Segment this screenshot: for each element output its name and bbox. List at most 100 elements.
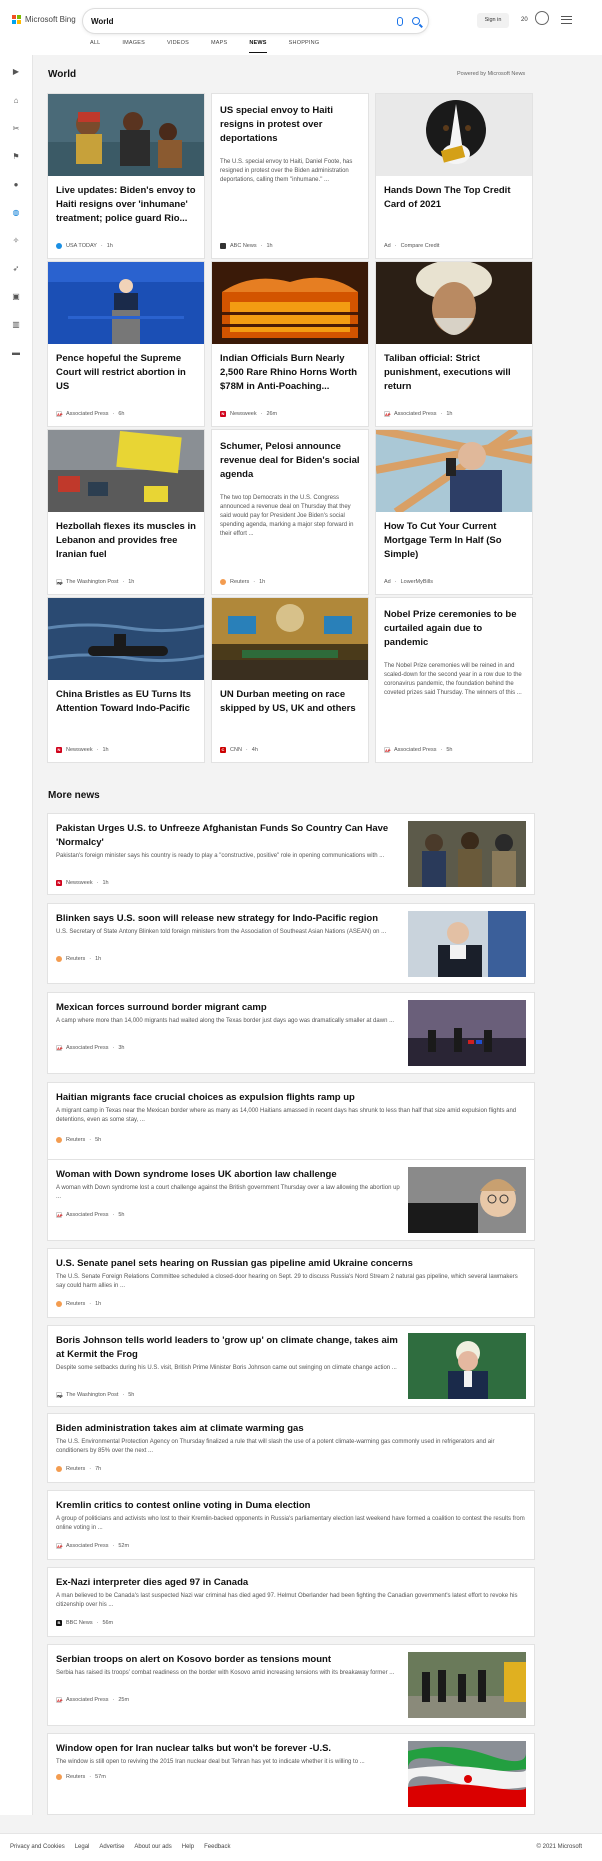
top-header: Microsoft Bing World Sign in 20 ALL IMAG…: [0, 0, 602, 55]
money-icon[interactable]: ▬: [11, 347, 21, 357]
news-title[interactable]: Woman with Down syndrome loses UK aborti…: [56, 1168, 401, 1182]
news-card[interactable]: Nobel Prize ceremonies to be curtailed a…: [376, 598, 532, 762]
washington-post-logo-icon: wp: [56, 579, 63, 585]
news-title[interactable]: Kremlin critics to contest online voting…: [56, 1499, 526, 1513]
card-source: wp The Washington Post · 1h: [56, 579, 135, 585]
card-title[interactable]: Indian Officials Burn Nearly 2,500 Rare …: [220, 352, 360, 394]
bing-logo[interactable]: Microsoft Bing: [12, 15, 76, 24]
tab-all[interactable]: ALL: [90, 40, 100, 53]
news-list-item[interactable]: Woman with Down syndrome loses UK aborti…: [48, 1160, 534, 1240]
rewards-points[interactable]: 20: [521, 17, 528, 23]
news-title[interactable]: Biden administration takes aim at climat…: [56, 1422, 526, 1436]
footer-link-help[interactable]: Help: [182, 1844, 194, 1850]
card-source: USA TODAY · 1h: [56, 243, 113, 249]
news-description: The U.S. Environmental Protection Agency…: [56, 1439, 495, 1454]
news-card[interactable]: Schumer, Pelosi announce revenue deal fo…: [212, 430, 368, 594]
card-title[interactable]: Schumer, Pelosi announce revenue deal fo…: [220, 440, 360, 482]
footer-link-legal[interactable]: Legal: [75, 1844, 90, 1850]
news-title[interactable]: Ex-Nazi interpreter dies aged 97 in Cana…: [56, 1576, 526, 1590]
news-title[interactable]: Window open for Iran nuclear talks but w…: [56, 1742, 401, 1756]
news-list-item[interactable]: Serbian troops on alert on Kosovo border…: [48, 1645, 534, 1725]
news-card[interactable]: China Bristles as EU Turns Its Attention…: [48, 598, 204, 762]
news-title[interactable]: Pakistan Urges U.S. to Unfreeze Afghanis…: [56, 822, 401, 850]
news-card[interactable]: Live updates: Biden's envoy to Haiti res…: [48, 94, 204, 258]
news-description: A migrant camp in Texas near the Mexican…: [56, 1108, 517, 1123]
news-list-item[interactable]: Blinken says U.S. soon will release new …: [48, 904, 534, 983]
card-title[interactable]: Live updates: Biden's envoy to Haiti res…: [56, 184, 196, 226]
microphone-icon[interactable]: [397, 16, 403, 26]
card-image: [212, 598, 368, 680]
rocket-icon[interactable]: ➶: [11, 263, 21, 273]
footer-link-about-ads[interactable]: About our ads: [134, 1844, 171, 1850]
tab-images[interactable]: IMAGES: [122, 40, 145, 53]
news-list-item[interactable]: Pakistan Urges U.S. to Unfreeze Afghanis…: [48, 814, 534, 894]
news-card[interactable]: Hezbollah flexes its muscles in Lebanon …: [48, 430, 204, 594]
news-list-item[interactable]: Boris Johnson tells world leaders to 'gr…: [48, 1326, 534, 1406]
footer-link-advertise[interactable]: Advertise: [99, 1844, 124, 1850]
tab-videos[interactable]: VIDEOS: [167, 40, 189, 53]
expand-sidebar-icon[interactable]: ▶: [11, 66, 21, 76]
card-title[interactable]: China Bristles as EU Turns Its Attention…: [56, 688, 196, 716]
news-title[interactable]: Boris Johnson tells world leaders to 'gr…: [56, 1334, 401, 1362]
news-card[interactable]: Indian Officials Burn Nearly 2,500 Rare …: [212, 262, 368, 426]
card-title[interactable]: Hands Down The Top Credit Card of 2021: [384, 184, 524, 212]
news-list-item[interactable]: Mexican forces surround border migrant c…: [48, 993, 534, 1073]
card-title[interactable]: Taliban official: Strict punishment, exe…: [384, 352, 524, 394]
footer-link-privacy[interactable]: Privacy and Cookies: [10, 1844, 65, 1850]
entertainment-icon[interactable]: ▣: [11, 291, 21, 301]
news-title[interactable]: Mexican forces surround border migrant c…: [56, 1001, 401, 1015]
card-title[interactable]: Nobel Prize ceremonies to be curtailed a…: [384, 608, 524, 650]
news-list-item[interactable]: Window open for Iran nuclear talks but w…: [48, 1734, 534, 1814]
news-title[interactable]: Haitian migrants face crucial choices as…: [56, 1091, 526, 1105]
news-card[interactable]: US special envoy to Haiti resigns in pro…: [212, 94, 368, 258]
news-title[interactable]: Blinken says U.S. soon will release new …: [56, 912, 401, 926]
powered-by-label[interactable]: Powered by Microsoft News: [457, 71, 525, 77]
news-list-item[interactable]: Biden administration takes aim at climat…: [48, 1414, 534, 1482]
news-description: A man believed to be Canada's last suspe…: [56, 1593, 518, 1608]
search-box[interactable]: World: [83, 9, 428, 33]
science-icon[interactable]: ✧: [11, 235, 21, 245]
card-title[interactable]: Hezbollah flexes its muscles in Lebanon …: [56, 520, 196, 562]
ad-card[interactable]: How To Cut Your Current Mortgage Term In…: [376, 430, 532, 594]
brand-name: Microsoft Bing: [25, 15, 76, 24]
rewards-trophy-icon[interactable]: [535, 11, 549, 25]
card-title[interactable]: How To Cut Your Current Mortgage Term In…: [384, 520, 524, 562]
globe-icon[interactable]: ◍: [11, 207, 21, 217]
news-card[interactable]: UN Durban meeting on race skipped by US,…: [212, 598, 368, 762]
ap-logo-icon: AP: [56, 1045, 63, 1051]
news-source: Reuters · 5h: [56, 1137, 101, 1143]
hamburger-menu-icon[interactable]: [561, 16, 572, 24]
settings-tools-icon[interactable]: ✂: [11, 123, 21, 133]
news-card[interactable]: Pence hopeful the Supreme Court will res…: [48, 262, 204, 426]
card-image: [48, 430, 204, 512]
location-pin-icon[interactable]: ●: [11, 179, 21, 189]
tab-shopping[interactable]: SHOPPING: [289, 40, 320, 53]
ad-card[interactable]: Hands Down The Top Credit Card of 2021 A…: [376, 94, 532, 258]
bbc-news-logo-icon: B: [56, 1620, 62, 1626]
search-input[interactable]: World: [91, 17, 397, 26]
news-list-item[interactable]: Ex-Nazi interpreter dies aged 97 in Cana…: [48, 1568, 534, 1636]
card-title[interactable]: US special envoy to Haiti resigns in pro…: [220, 104, 360, 146]
politics-building-icon[interactable]: ▥: [11, 319, 21, 329]
news-list-item[interactable]: Haitian migrants face crucial choices as…: [48, 1083, 534, 1163]
card-title[interactable]: UN Durban meeting on race skipped by US,…: [220, 688, 360, 716]
news-list-item[interactable]: Kremlin critics to contest online voting…: [48, 1491, 534, 1559]
flag-icon[interactable]: ⚑: [11, 151, 21, 161]
home-icon[interactable]: ⌂: [11, 95, 21, 105]
news-card[interactable]: Taliban official: Strict punishment, exe…: [376, 262, 532, 426]
sign-in-button[interactable]: Sign in: [477, 13, 509, 28]
ap-logo-icon: AP: [56, 1543, 63, 1549]
news-title[interactable]: Serbian troops on alert on Kosovo border…: [56, 1653, 401, 1667]
card-title[interactable]: Pence hopeful the Supreme Court will res…: [56, 352, 196, 394]
tab-maps[interactable]: MAPS: [211, 40, 227, 53]
card-description: The Nobel Prize ceremonies will be reine…: [384, 663, 522, 696]
microsoft-logo-icon: [12, 15, 21, 24]
news-list-item[interactable]: U.S. Senate panel sets hearing on Russia…: [48, 1249, 534, 1317]
news-title[interactable]: U.S. Senate panel sets hearing on Russia…: [56, 1257, 526, 1271]
cnn-logo-icon: C: [220, 747, 226, 753]
tab-news[interactable]: NEWS: [249, 40, 267, 53]
footer-link-feedback[interactable]: Feedback: [204, 1844, 230, 1850]
ap-logo-icon: AP: [384, 747, 391, 753]
news-thumbnail: [408, 1741, 526, 1807]
search-icon[interactable]: [412, 17, 420, 25]
